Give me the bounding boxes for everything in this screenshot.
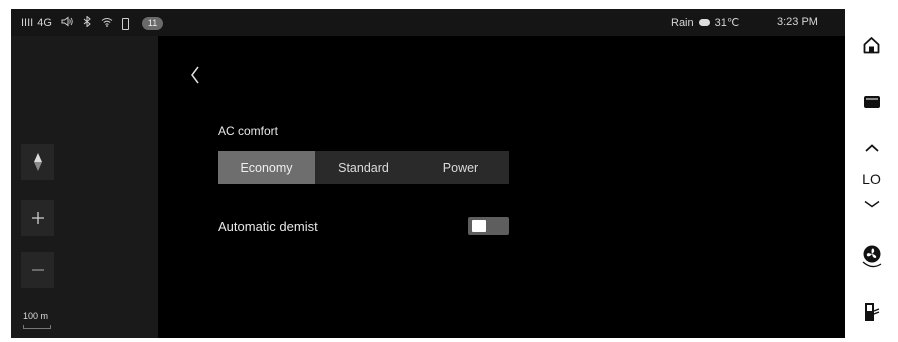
automatic-demist-label: Automatic demist xyxy=(218,219,318,234)
back-button[interactable] xyxy=(190,66,200,89)
chevron-up-icon xyxy=(864,144,879,152)
zoom-in-button[interactable] xyxy=(21,200,54,236)
notification-badge[interactable]: 11 xyxy=(141,17,164,30)
ac-settings-panel: AC comfort Economy Standard Power Automa… xyxy=(158,36,845,338)
wifi-icon xyxy=(101,17,113,31)
plus-icon xyxy=(31,212,44,224)
bluetooth-icon xyxy=(82,15,92,31)
map-sidebar: 100 m xyxy=(11,36,158,338)
volume-icon xyxy=(61,16,73,31)
phone-battery-icon xyxy=(121,17,129,30)
home-icon xyxy=(863,37,880,54)
compass-button[interactable] xyxy=(21,144,54,180)
zoom-out-button[interactable] xyxy=(21,252,54,288)
cloud-icon xyxy=(698,19,710,26)
mode-standard-option[interactable]: Standard xyxy=(315,151,412,184)
automatic-demist-toggle[interactable] xyxy=(468,217,509,235)
clock: 3:23 PM xyxy=(777,16,818,28)
seat-control-button[interactable] xyxy=(845,301,898,323)
temperature: 31℃ xyxy=(714,17,740,29)
status-bar: IIII 4G 11 Rain 31℃ 3:23 PM xyxy=(11,9,845,36)
temperature-setting: LO xyxy=(862,171,881,187)
seat-icon xyxy=(864,303,879,321)
chevron-down-icon xyxy=(864,200,879,208)
toggle-knob xyxy=(472,220,486,232)
fan-button[interactable] xyxy=(845,242,898,270)
fan-icon xyxy=(862,245,881,268)
status-icons: IIII 4G 11 xyxy=(21,15,164,31)
temperature-down-button[interactable] xyxy=(845,197,898,211)
ac-comfort-selector: Economy Standard Power xyxy=(218,151,509,184)
car-display: IIII 4G 11 Rain 31℃ 3:23 PM 100 m AC com… xyxy=(11,9,845,338)
minus-icon xyxy=(31,269,44,271)
mode-power-option[interactable]: Power xyxy=(412,151,509,184)
home-button[interactable] xyxy=(845,32,898,58)
temperature-up-button[interactable] xyxy=(845,141,898,155)
network-type: 4G xyxy=(37,17,52,29)
windows-button[interactable] xyxy=(845,92,898,112)
weather-condition: Rain xyxy=(671,16,694,29)
map-scale-label: 100 m xyxy=(23,311,49,321)
card-icon xyxy=(863,96,880,108)
weather-widget: Rain 31℃ xyxy=(671,16,740,30)
chevron-left-icon xyxy=(191,66,199,84)
signal-strength: IIII xyxy=(21,17,34,29)
vehicle-control-rail: LO xyxy=(845,0,898,342)
compass-icon xyxy=(33,153,42,171)
ac-comfort-label: AC comfort xyxy=(218,124,279,138)
map-scale-bar xyxy=(23,325,51,329)
mode-economy-option[interactable]: Economy xyxy=(218,151,315,184)
